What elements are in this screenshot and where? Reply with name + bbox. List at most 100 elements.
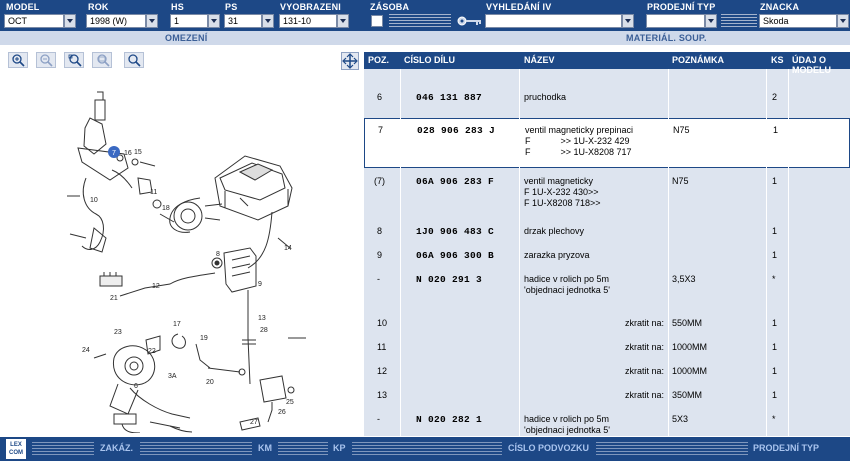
table-row[interactable]: 9 06A 906 300 B zarazka pryzova 1 [364, 244, 850, 268]
callout-26[interactable]: 26 [278, 409, 286, 416]
cell-ks: 1 [772, 390, 778, 400]
callout-9[interactable]: 9 [258, 281, 262, 288]
callout-25[interactable]: 25 [286, 399, 294, 406]
callout-23[interactable]: 23 [114, 329, 122, 336]
cell-poz: 7 [378, 125, 384, 135]
model-dropdown-arrow-icon[interactable] [64, 14, 76, 28]
cell-poznamka: N75 [673, 125, 690, 135]
cislo-podvozku-label[interactable]: CÍSLO PODVOZKU [508, 443, 589, 453]
table-row[interactable]: - N 020 291 3 hadice v rolich po 5m'objedn… [364, 268, 850, 310]
cell-poznamka: 1000MM [672, 342, 708, 352]
col-cislo-dilu[interactable]: CÍSLO DÍLU [404, 55, 455, 65]
table-row[interactable]: 6 046 131 887 pruchodka 2 [364, 86, 850, 114]
callout-13[interactable]: 13 [258, 315, 266, 322]
callout-19[interactable]: 19 [200, 335, 208, 342]
material-soup-label: MATERIÁL. SOUP. [626, 33, 707, 43]
table-row[interactable]: 13 zkratit na: 350MM 1 [364, 384, 850, 408]
znacka-dropdown-arrow-icon[interactable] [837, 14, 849, 28]
hs-select[interactable]: 1 [170, 14, 208, 28]
callout-28[interactable]: 28 [260, 327, 268, 334]
vyhledani-dropdown-arrow-icon[interactable] [622, 14, 634, 28]
table-row[interactable]: - N 020 282 1 hadice v rolich po 5m'objedn… [364, 408, 850, 436]
table-row[interactable]: 12 zkratit na: 1000MM 1 [364, 360, 850, 384]
rok-dropdown-arrow-icon[interactable] [146, 14, 158, 28]
app-window: MODEL OCT ROK 1998 (W) HS 1 PS 31 VYOBRA… [0, 0, 850, 461]
cell-ks: 2 [772, 92, 778, 102]
callout-12[interactable]: 12 [152, 283, 160, 290]
callout-15[interactable]: 15 [134, 149, 142, 156]
nazev-line: F >> 1U-X8208 717 [525, 147, 632, 157]
zasoba-checkbox[interactable] [371, 15, 383, 27]
zakaz-label[interactable]: ZAKÁZ. [100, 443, 133, 453]
vyhledani-select[interactable] [485, 14, 622, 28]
cell-poznamka: 550MM [672, 318, 703, 328]
zoom-out-button[interactable] [36, 52, 56, 68]
callout-17[interactable]: 17 [173, 321, 181, 328]
callout-8[interactable]: 8 [216, 251, 220, 258]
cell-nazev: zkratit na: [624, 342, 664, 352]
drawing-panel: 7 16 15 10 14 11 18 21 8 17 12 13 9 24 2… [0, 46, 340, 436]
nazev-line: F >> 1U-X-232 429 [525, 136, 630, 146]
table-row[interactable]: 10 zkratit na: 550MM 1 [364, 312, 850, 336]
zoom-fit-button[interactable] [92, 52, 112, 68]
callout-11[interactable]: 11 [150, 189, 157, 196]
zoom-area-icon [68, 54, 82, 67]
vyobrazeni-select[interactable]: 131-10 [279, 14, 337, 28]
col-poz[interactable]: POZ. [368, 55, 389, 65]
km-label[interactable]: KM [258, 443, 272, 453]
callout-27[interactable]: 27 [250, 419, 258, 426]
parts-drawing[interactable]: 7 16 15 10 14 11 18 21 8 17 12 13 9 24 2… [10, 88, 335, 433]
col-poznamka[interactable]: POZNÁMKA [672, 55, 724, 65]
cell-ks: 1 [772, 366, 778, 376]
hs-dropdown-arrow-icon[interactable] [208, 14, 220, 28]
model-select[interactable]: OCT [4, 14, 64, 28]
callout-16[interactable]: 16 [124, 150, 132, 157]
move-arrows-icon [342, 53, 358, 69]
hatch [596, 442, 748, 455]
rok-select[interactable]: 1998 (W) [86, 14, 146, 28]
prodejni-typ-label: PRODEJNÍ TYP [647, 2, 716, 12]
kp-label[interactable]: KP [333, 443, 346, 453]
cell-poz: 9 [377, 250, 383, 260]
zoom-fit-icon [97, 54, 110, 67]
callout-18[interactable]: 18 [162, 205, 170, 212]
callout-7[interactable]: 7 [112, 150, 116, 157]
prodejni-typ-select[interactable] [646, 14, 705, 28]
callout-6[interactable]: 6 [134, 383, 138, 390]
callout-10[interactable]: 10 [90, 197, 98, 204]
key-icon[interactable] [457, 15, 483, 27]
nazev-line: pruchodka [524, 92, 567, 102]
table-row-selected[interactable]: 7 028 906 283 J ventil magneticky prepinac… [364, 118, 850, 168]
callout-20[interactable]: 20 [206, 379, 214, 386]
col-ks[interactable]: KS [771, 55, 784, 65]
zoom-in-button[interactable] [8, 52, 28, 68]
callout-22[interactable]: 22 [148, 348, 156, 355]
logo-text-top: LEX [10, 442, 22, 448]
cell-nazev: zkratit na: [624, 318, 664, 328]
search-zoom-button[interactable] [124, 52, 144, 68]
cell-ks: 1 [772, 176, 778, 186]
ps-select[interactable]: 31 [224, 14, 262, 28]
table-row[interactable]: 8 1J0 906 483 C drzak plechovy 1 [364, 220, 850, 244]
table-row[interactable]: (7) 06A 906 283 F ventil magneticky F 1U-X-… [364, 170, 850, 218]
znacka-select[interactable]: Skoda [759, 14, 837, 28]
panel-splitter-button[interactable] [341, 52, 359, 70]
omezeni-label: OMEZENÍ [165, 33, 208, 43]
prodejni-typ-dropdown-arrow-icon[interactable] [705, 14, 717, 28]
callout-14[interactable]: 14 [284, 245, 292, 252]
nazev-line: hadice v rolich po 5m [524, 414, 610, 424]
prodejni-typ-bottom-label[interactable]: PRODEJNÍ TYP [753, 443, 819, 453]
callout-24[interactable]: 24 [82, 347, 90, 354]
cell-ks: 1 [773, 125, 779, 135]
cell-poz: - [377, 414, 380, 424]
callout-21[interactable]: 21 [110, 295, 118, 302]
parts-table: POZ. CÍSLO DÍLU NÁZEV POZNÁMKA KS ÚDAJ O… [364, 52, 850, 436]
rok-label: ROK [88, 2, 109, 12]
magnifier-icon [128, 54, 141, 67]
ps-dropdown-arrow-icon[interactable] [262, 14, 274, 28]
vyobrazeni-dropdown-arrow-icon[interactable] [337, 14, 349, 28]
col-nazev[interactable]: NÁZEV [524, 55, 555, 65]
callout-3a[interactable]: 3A [168, 373, 177, 380]
zoom-area-button[interactable] [64, 52, 84, 68]
table-row[interactable]: 11 zkratit na: 1000MM 1 [364, 336, 850, 360]
